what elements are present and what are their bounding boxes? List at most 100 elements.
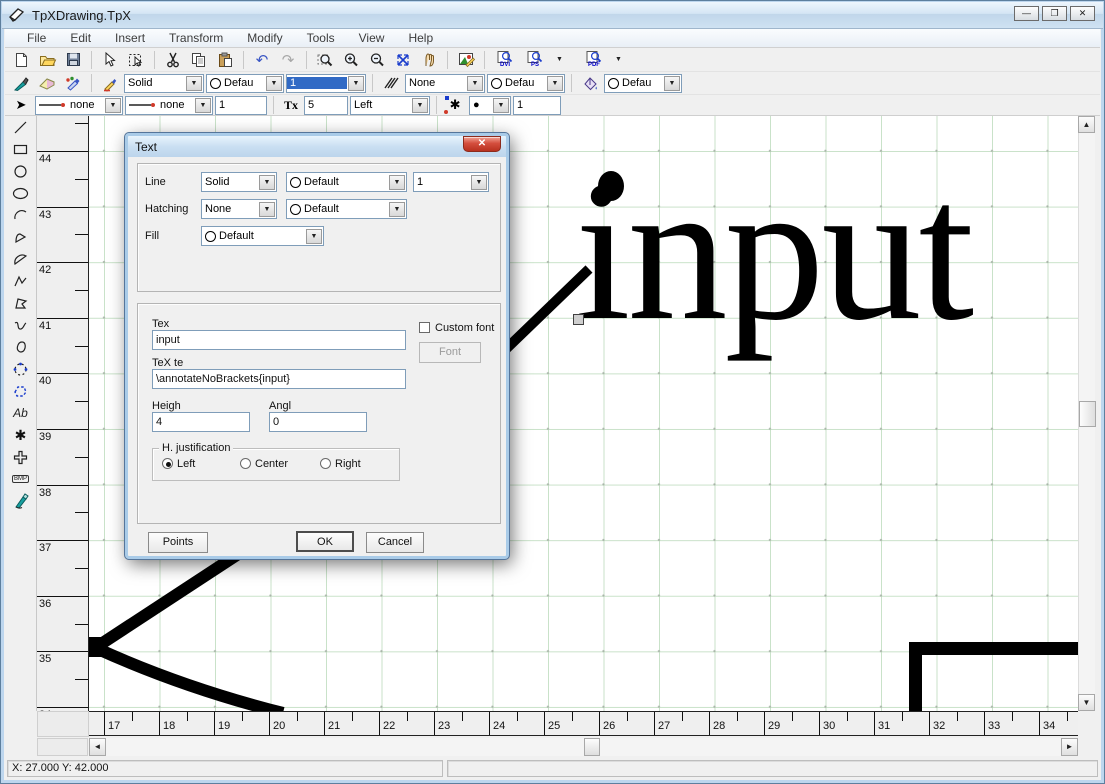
text-size-input[interactable]: 5 — [304, 96, 348, 115]
preview-dropdown-arrow[interactable]: ▼ — [551, 56, 568, 63]
preview-dvi-button[interactable]: DVI — [491, 49, 519, 70]
selection-handle[interactable] — [573, 314, 584, 325]
horizontal-scroll-thumb[interactable] — [584, 738, 600, 756]
menu-file[interactable]: File — [15, 29, 58, 47]
closed-curve-tool[interactable] — [8, 336, 34, 358]
closed-bezier-tool[interactable] — [8, 380, 34, 402]
redo-button[interactable]: ↷ — [276, 49, 300, 70]
menu-modify[interactable]: Modify — [235, 29, 294, 47]
line-width-select[interactable]: 1▼ — [286, 74, 366, 93]
text-tool[interactable]: Ab — [8, 402, 34, 424]
pan-tool-button[interactable] — [417, 49, 441, 70]
curve-tool[interactable] — [8, 314, 34, 336]
area-select-tool-button[interactable] — [124, 49, 148, 70]
text-align-select[interactable]: Left▼ — [350, 96, 430, 115]
tex-text-input[interactable]: \annotateNoBrackets{input} — [152, 369, 406, 389]
font-button[interactable]: Font — [419, 342, 481, 363]
close-button[interactable]: ✕ — [1070, 6, 1095, 21]
dialog-title-bar[interactable]: Text — [128, 136, 506, 157]
maximize-button[interactable]: ❐ — [1042, 6, 1067, 21]
title-bar[interactable]: TpXDrawing.TpX — ❐ ✕ — [2, 2, 1103, 29]
bezier-path-tool[interactable] — [8, 358, 34, 380]
scroll-down-button[interactable]: ▼ — [1078, 694, 1095, 711]
cut-button[interactable] — [161, 49, 185, 70]
pdf-dropdown-arrow[interactable]: ▼ — [610, 56, 627, 63]
dialog-line-color-select[interactable]: Default▼ — [286, 172, 407, 192]
dialog-line-width-select[interactable]: 1▼ — [413, 172, 489, 192]
zoom-out-button[interactable] — [365, 49, 389, 70]
zoom-fit-button[interactable] — [391, 49, 415, 70]
line-style-select[interactable]: Solid▼ — [124, 74, 204, 93]
menu-view[interactable]: View — [347, 29, 397, 47]
undo-button[interactable]: ↶ — [250, 49, 274, 70]
scroll-right-button[interactable]: ► — [1061, 738, 1078, 756]
change-properties-icon[interactable] — [61, 73, 85, 94]
angle-input[interactable]: 0 — [269, 412, 367, 432]
polygon-tool[interactable] — [8, 292, 34, 314]
zoom-in-button[interactable] — [339, 49, 363, 70]
new-file-button[interactable] — [9, 49, 33, 70]
select-tool-button[interactable] — [98, 49, 122, 70]
horizontal-bar-shape[interactable] — [909, 642, 1078, 655]
radio-left[interactable]: Left — [162, 458, 195, 470]
radio-icon[interactable] — [162, 458, 173, 469]
sector-tool[interactable] — [8, 226, 34, 248]
ellipse-tool[interactable] — [8, 182, 34, 204]
canvas-text-input[interactable]: input — [575, 152, 971, 352]
minimize-button[interactable]: — — [1014, 6, 1039, 21]
ok-button[interactable]: OK — [296, 531, 354, 552]
dialog-fill-color-select[interactable]: Default▼ — [201, 226, 324, 246]
circle-tool[interactable] — [8, 160, 34, 182]
dialog-close-button[interactable]: ✕ — [463, 136, 501, 152]
preview-ps-button[interactable]: PS — [521, 49, 549, 70]
arc-tool[interactable] — [8, 204, 34, 226]
hatching-color-select[interactable]: Defau▼ — [487, 74, 565, 93]
segment-tool[interactable] — [8, 248, 34, 270]
horizontal-scrollbar[interactable]: ◄ ► — [89, 738, 1078, 756]
dialog-hatching-color-select[interactable]: Default▼ — [286, 199, 407, 219]
radio-right[interactable]: Right — [320, 458, 361, 470]
picture-export-button[interactable] — [454, 49, 478, 70]
vertical-scroll-thumb[interactable] — [1079, 401, 1096, 427]
paste-button[interactable] — [213, 49, 237, 70]
fill-color-select[interactable]: Defau▼ — [604, 74, 682, 93]
menu-edit[interactable]: Edit — [58, 29, 103, 47]
cancel-button[interactable]: Cancel — [366, 532, 424, 553]
bitmap-tool[interactable]: BMP — [8, 468, 34, 490]
open-file-button[interactable] — [35, 49, 59, 70]
symbol-tool[interactable] — [8, 446, 34, 468]
menu-insert[interactable]: Insert — [103, 29, 157, 47]
menu-tools[interactable]: Tools — [295, 29, 347, 47]
menu-help[interactable]: Help — [396, 29, 445, 47]
arrow-end-select[interactable]: none▼ — [125, 96, 213, 115]
checkbox-icon[interactable] — [419, 322, 430, 333]
dot-style-select[interactable]: ●▼ — [469, 96, 511, 115]
radio-icon[interactable] — [320, 458, 331, 469]
dot-size-input[interactable]: 1 — [513, 96, 561, 115]
scroll-left-button[interactable]: ◄ — [89, 738, 106, 756]
vertical-scrollbar[interactable]: ▲ ▼ — [1078, 116, 1095, 711]
eraser-tool-icon[interactable] — [35, 73, 59, 94]
freehand-tool[interactable] — [8, 490, 34, 512]
custom-font-checkbox[interactable]: Custom font — [419, 322, 494, 334]
save-button[interactable] — [61, 49, 85, 70]
arrow-begin-select[interactable]: none▼ — [35, 96, 123, 115]
curve-shape[interactable] — [98, 649, 283, 711]
zoom-area-button[interactable] — [313, 49, 337, 70]
height-input[interactable]: 4 — [152, 412, 250, 432]
picker-tool-icon[interactable] — [9, 73, 33, 94]
radio-icon[interactable] — [240, 458, 251, 469]
rectangle-tool[interactable] — [8, 138, 34, 160]
scroll-up-button[interactable]: ▲ — [1078, 116, 1095, 133]
hatching-style-select[interactable]: None▼ — [405, 74, 485, 93]
preview-pdf-button[interactable]: PDF — [580, 49, 608, 70]
copy-button[interactable] — [187, 49, 211, 70]
line-tool[interactable] — [8, 116, 34, 138]
text-input[interactable]: input — [152, 330, 406, 350]
vertical-bar-shape[interactable] — [909, 642, 922, 711]
radio-center[interactable]: Center — [240, 458, 288, 470]
line-color-select[interactable]: Defau▼ — [206, 74, 284, 93]
menu-transform[interactable]: Transform — [157, 29, 235, 47]
dialog-line-style-select[interactable]: Solid▼ — [201, 172, 277, 192]
arrow-size-input[interactable]: 1 — [215, 96, 267, 115]
